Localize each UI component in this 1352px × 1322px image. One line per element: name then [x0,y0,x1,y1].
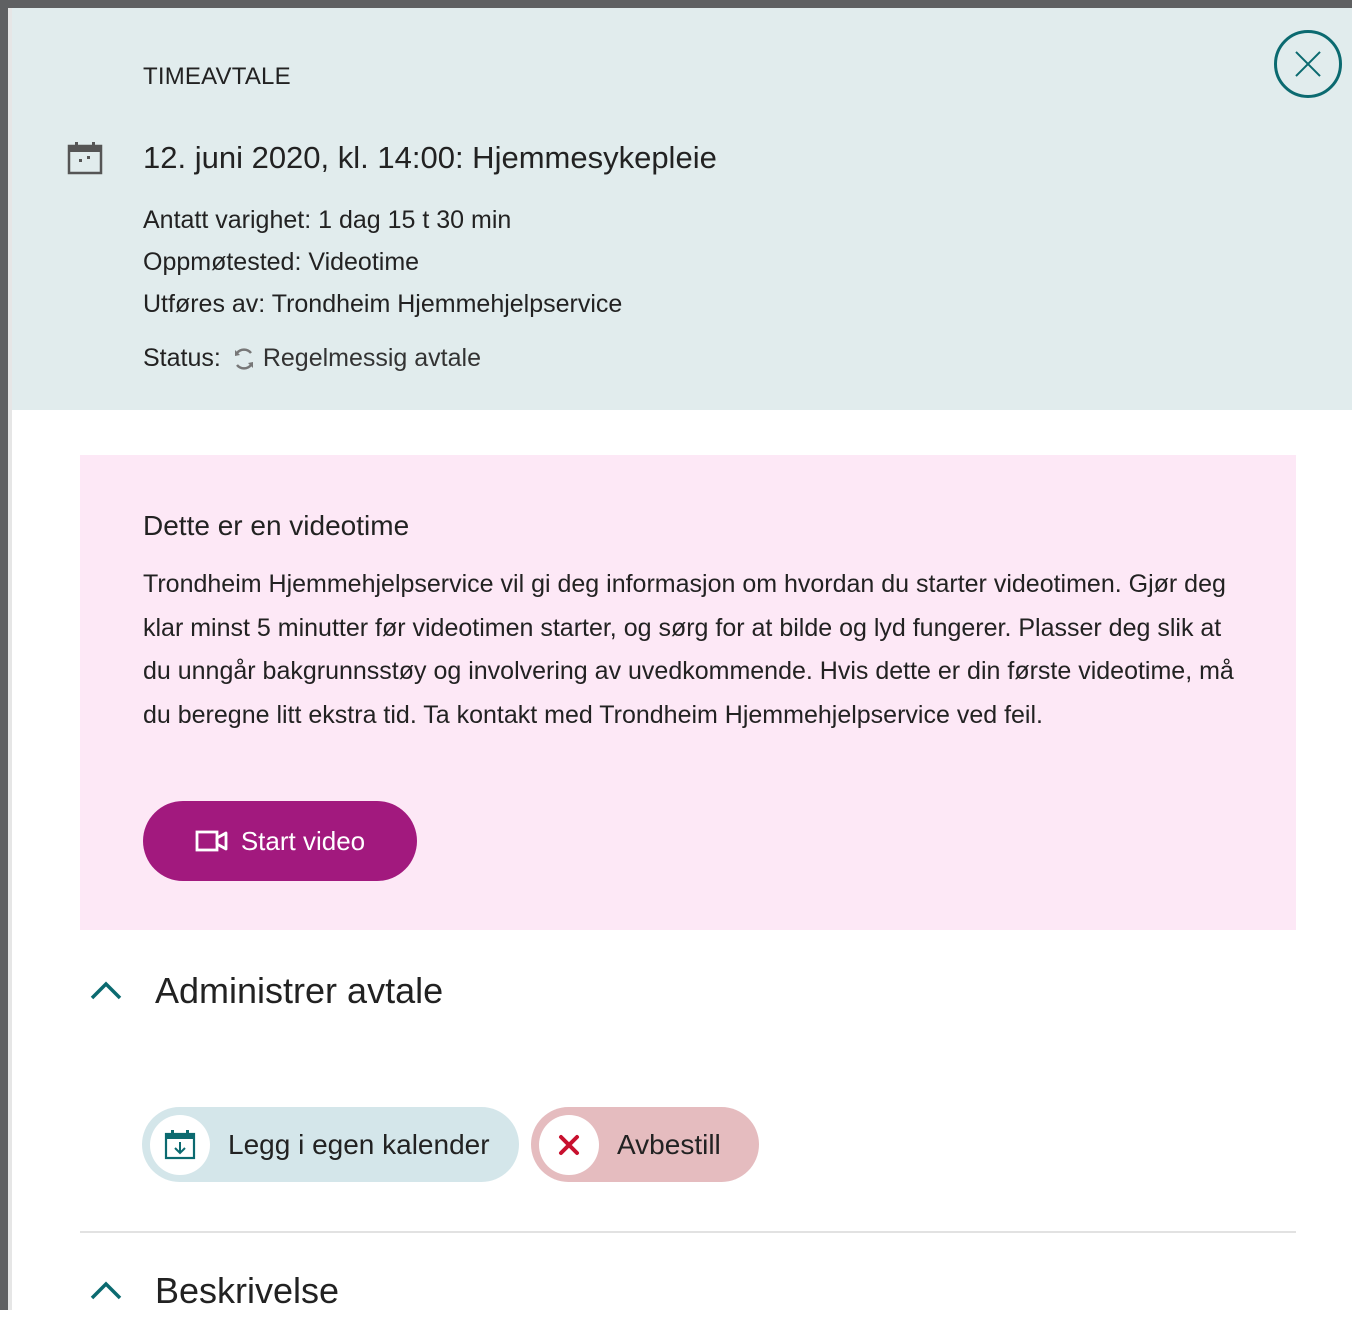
cancel-label: Avbestill [617,1128,721,1160]
cancel-appointment-button[interactable]: Avbestill [531,1107,759,1182]
appointment-title: 12. juni 2020, kl. 14:00: Hjemmesykeplei… [143,140,717,175]
add-to-calendar-button[interactable]: Legg i egen kalender [142,1107,519,1182]
calendar-download-icon [164,1129,196,1159]
manage-appointment-toggle[interactable]: Administrer avtale [80,962,1296,1022]
cross-icon [559,1134,579,1155]
status-row: Status: Regelmessig avtale [143,344,481,373]
add-to-calendar-label: Legg i egen kalender [228,1128,490,1160]
icon-circle [539,1114,599,1175]
performed-by-text: Utføres av: Trondheim Hjemmehjelpservice [143,290,623,318]
window-frame-left [0,0,8,1310]
repeat-icon [234,347,253,370]
video-heading: Dette er en videotime [143,510,410,541]
calendar-icon [67,142,103,175]
chevron-up-icon [90,981,122,1000]
location-text: Oppmøtested: Videotime [143,248,420,276]
close-button[interactable] [1274,30,1342,98]
chevron-up-icon [90,1281,122,1300]
manage-appointment-title: Administrer avtale [155,970,444,1011]
description-toggle[interactable]: Beskrivelse [80,1262,1296,1322]
start-video-button[interactable]: Start video [143,801,417,881]
video-camera-icon [195,830,228,852]
status-value: Regelmessig avtale [262,344,481,372]
appointment-kicker: TIMEAVTALE [143,63,291,90]
appointment-header: TIMEAVTALE 12. juni 2020, kl. 14:00: Hje… [12,8,1352,410]
video-info-box: Dette er en videotime Trondheim Hjemmehj… [80,455,1296,930]
section-divider [80,1231,1296,1233]
duration-text: Antatt varighet: 1 dag 15 t 30 min [143,206,512,234]
start-video-label: Start video [240,825,366,856]
icon-circle [150,1114,210,1175]
status-label: Status: [143,344,221,372]
window-frame-top [0,0,1352,8]
video-instructions: Trondheim Hjemmehjelpservice vil gi deg … [143,570,1234,729]
description-title: Beskrivelse [155,1270,340,1311]
